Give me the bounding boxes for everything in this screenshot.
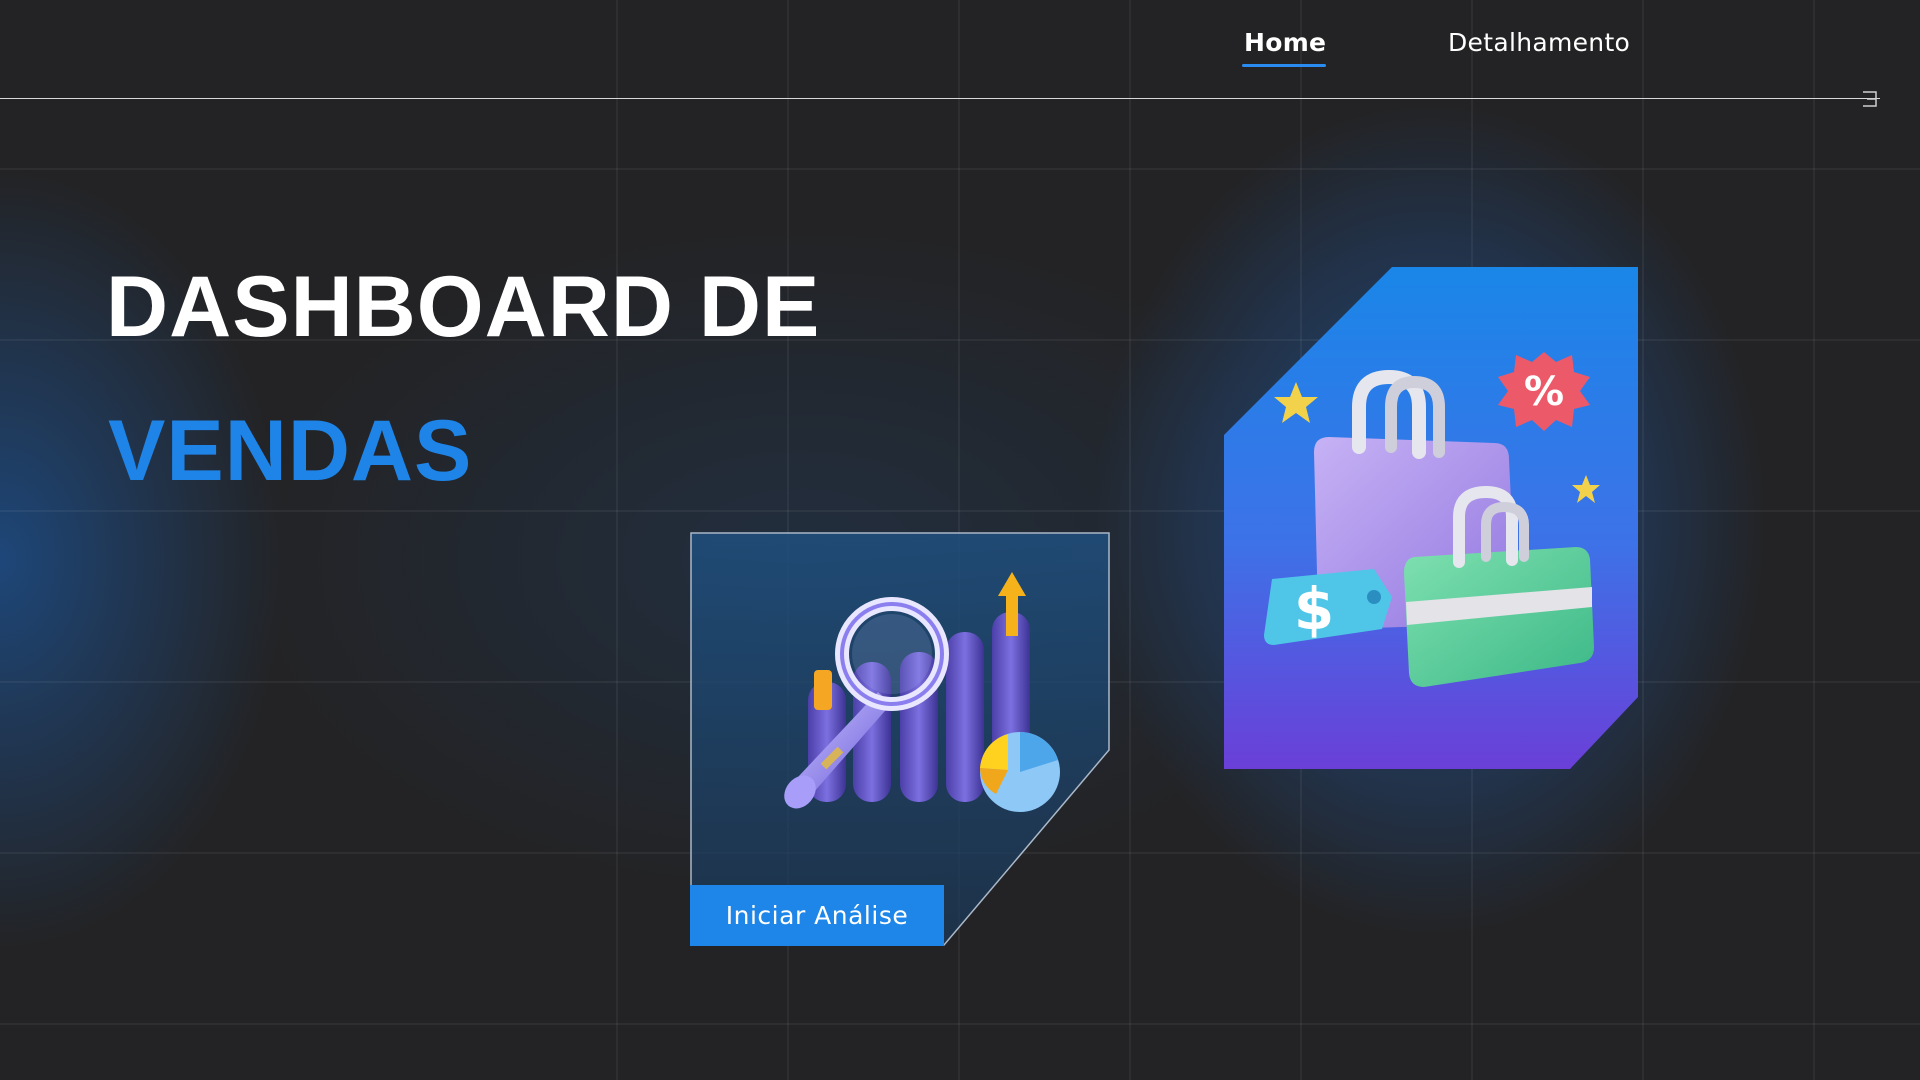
tab-detalhamento-label: Detalhamento — [1448, 28, 1631, 57]
collapse-panel-icon[interactable] — [1862, 90, 1880, 108]
nav-divider — [0, 98, 1880, 99]
start-analysis-button[interactable]: Iniciar Análise — [690, 885, 944, 946]
percent-badge-text: % — [1524, 369, 1564, 415]
top-navigation: Home Detalhamento — [0, 0, 1920, 98]
tab-home[interactable]: Home — [1242, 28, 1327, 67]
analysis-card: Iniciar Análise — [690, 532, 1110, 946]
analytics-magnifier-chart-icon — [784, 572, 1060, 812]
active-tab-indicator — [1242, 64, 1327, 67]
tab-home-label: Home — [1244, 28, 1327, 57]
tag-dollar-sign: $ — [1294, 575, 1334, 643]
page: Home Detalhamento DASHBOARD DE VENDAS In… — [0, 0, 1920, 1080]
page-title-line-2: VENDAS — [108, 403, 473, 499]
tab-detalhamento[interactable]: Detalhamento — [1448, 28, 1630, 57]
page-title-line-1: DASHBOARD DE — [106, 259, 821, 355]
shopping-bags-illustration: $ % — [1224, 267, 1638, 769]
